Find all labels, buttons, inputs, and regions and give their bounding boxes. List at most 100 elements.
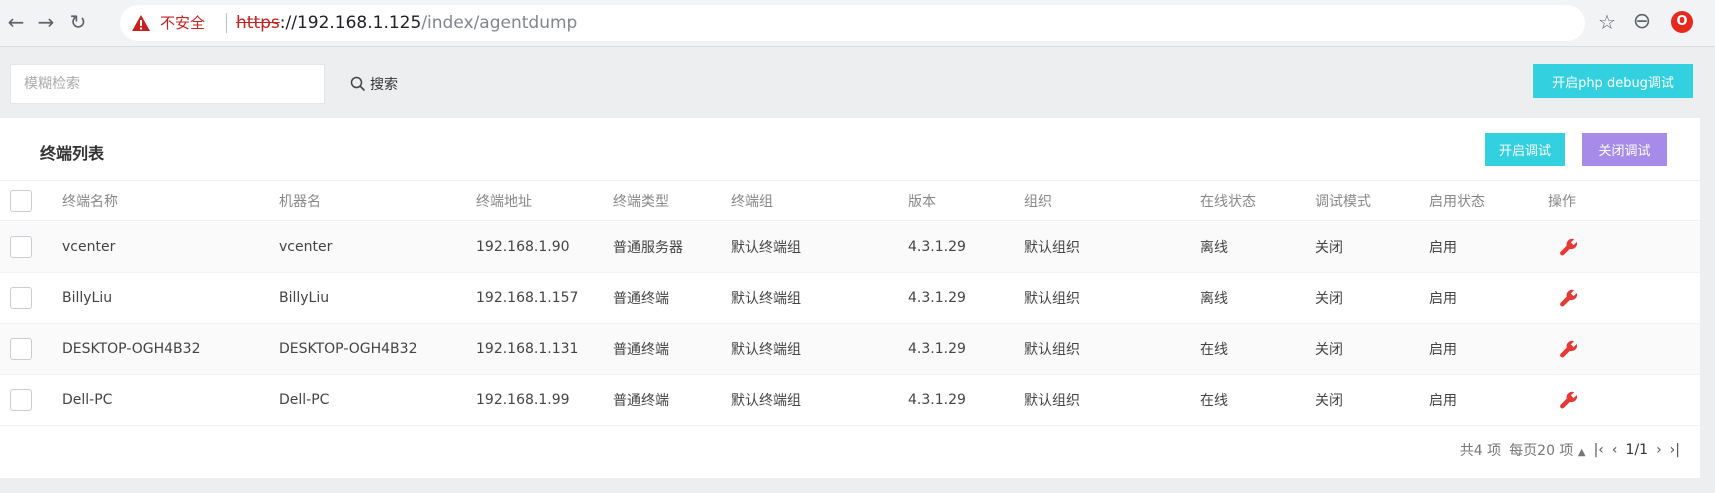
table-row[interactable]: BillyLiu BillyLiu 192.168.1.157 普通终端 默认终端组 4.…: [0, 273, 1700, 324]
cell-debug-mode: 关闭: [1315, 291, 1343, 307]
row-checkbox[interactable]: [10, 338, 32, 360]
cell-terminal-type: 普通服务器: [613, 240, 683, 256]
cell-version: 4.3.1.29: [908, 392, 966, 408]
pagination: 共4 项 每页20 项 ▲ |‹ ‹ 1/1 › ›|: [1460, 440, 1680, 460]
insecure-label: 不安全: [160, 14, 206, 32]
terminal-list-card: 终端列表 开启调试 关闭调试 终端名称 机器名 终端地址 终端类型 终端组 版本…: [0, 118, 1700, 478]
cell-machine-name: Dell-PC: [279, 392, 330, 408]
cell-version: 4.3.1.29: [908, 290, 966, 306]
cell-terminal-type: 普通终端: [613, 291, 669, 307]
url-text: https://192.168.1.125/index/agentdump: [236, 12, 577, 34]
wrench-icon[interactable]: [1558, 287, 1580, 309]
next-page-icon[interactable]: ›: [1656, 442, 1662, 458]
table-row[interactable]: Dell-PC Dell-PC 192.168.1.99 普通终端 默认终端组 4.3.1…: [0, 375, 1700, 426]
wrench-icon[interactable]: [1558, 338, 1580, 360]
address-bar[interactable]: 不安全 https://192.168.1.125/index/agentdum…: [120, 5, 1585, 41]
select-all-checkbox[interactable]: [10, 190, 32, 212]
header-organization: 组织: [1024, 193, 1052, 210]
cell-version: 4.3.1.29: [908, 341, 966, 357]
search-button[interactable]: 搜索: [350, 72, 398, 96]
cell-terminal-group: 默认终端组: [731, 393, 801, 409]
cell-organization: 默认组织: [1024, 291, 1080, 307]
row-checkbox[interactable]: [10, 236, 32, 258]
header-terminal-type: 终端类型: [613, 193, 669, 210]
star-icon[interactable]: ☆: [1593, 8, 1621, 36]
row-checkbox[interactable]: [10, 287, 32, 309]
cell-terminal-group: 默认终端组: [731, 342, 801, 358]
extension-icon[interactable]: O: [1671, 11, 1693, 33]
cell-enable-status: 启用: [1429, 342, 1457, 358]
cell-online-status: 离线: [1200, 240, 1228, 256]
last-page-icon[interactable]: ›|: [1670, 442, 1680, 458]
reload-icon[interactable]: ↻: [64, 8, 92, 36]
header-terminal-group: 终端组: [731, 193, 773, 210]
per-page-label: 每页20 项: [1509, 443, 1574, 459]
back-icon[interactable]: ←: [2, 8, 30, 36]
cell-debug-mode: 关闭: [1315, 393, 1343, 409]
forward-icon[interactable]: →: [32, 8, 60, 36]
search-input[interactable]: [10, 64, 325, 104]
url-host: ://192.168.1.125: [279, 13, 422, 33]
prev-page-icon[interactable]: ‹: [1612, 442, 1618, 458]
url-path: /index/agentdump: [421, 13, 578, 33]
cell-online-status: 在线: [1200, 342, 1228, 358]
table-header: 终端名称 机器名 终端地址 终端类型 终端组 版本 组织 在线状态 调试模式 启…: [0, 180, 1700, 221]
cell-terminal-type: 普通终端: [613, 342, 669, 358]
cell-machine-name: vcenter: [279, 239, 333, 255]
row-actions: [1558, 324, 1580, 374]
cell-machine-name: DESKTOP-OGH4B32: [279, 341, 418, 357]
header-terminal-address: 终端地址: [476, 193, 532, 210]
cell-debug-mode: 关闭: [1315, 342, 1343, 358]
cell-online-status: 在线: [1200, 393, 1228, 409]
account-icon[interactable]: ⊖: [1628, 8, 1656, 36]
cell-version: 4.3.1.29: [908, 239, 966, 255]
search-icon: [350, 76, 366, 92]
enable-debug-button[interactable]: 开启调试: [1485, 133, 1565, 166]
header-online-status: 在线状态: [1200, 193, 1256, 210]
cell-terminal-group: 默认终端组: [731, 240, 801, 256]
cell-terminal-name: BillyLiu: [62, 290, 113, 306]
cell-organization: 默认组织: [1024, 342, 1080, 358]
row-checkbox[interactable]: [10, 389, 32, 411]
browser-toolbar: ← → ↻ 不安全 https://192.168.1.125/index/ag…: [0, 0, 1715, 47]
cell-organization: 默认组织: [1024, 393, 1080, 409]
per-page-select[interactable]: 每页20 项 ▲: [1509, 440, 1585, 460]
disable-debug-button[interactable]: 关闭调试: [1582, 133, 1667, 166]
card-title: 终端列表: [40, 144, 105, 163]
cell-debug-mode: 关闭: [1315, 240, 1343, 256]
cell-terminal-address: 192.168.1.131: [476, 341, 579, 357]
address-divider: [226, 13, 227, 33]
table-row[interactable]: DESKTOP-OGH4B32 DESKTOP-OGH4B32 192.168.1.…: [0, 324, 1700, 375]
table-row[interactable]: vcenter vcenter 192.168.1.90 普通服务器 默认终端组 4.3.…: [0, 222, 1700, 273]
cell-organization: 默认组织: [1024, 240, 1080, 256]
cell-online-status: 离线: [1200, 291, 1228, 307]
cell-terminal-name: vcenter: [62, 239, 116, 255]
php-debug-button[interactable]: 开启php debug调试: [1533, 64, 1693, 98]
wrench-icon[interactable]: [1558, 236, 1580, 258]
header-terminal-name: 终端名称: [62, 193, 118, 210]
first-page-icon[interactable]: |‹: [1594, 442, 1604, 458]
header-actions: 操作: [1548, 193, 1576, 210]
header-enable-status: 启用状态: [1429, 193, 1485, 210]
cell-enable-status: 启用: [1429, 240, 1457, 256]
page-indicator: 1/1: [1625, 442, 1649, 458]
header-machine-name: 机器名: [279, 193, 321, 210]
cell-terminal-name: Dell-PC: [62, 392, 113, 408]
wrench-icon[interactable]: [1558, 389, 1580, 411]
caret-up-icon: ▲: [1577, 447, 1586, 458]
cell-terminal-name: DESKTOP-OGH4B32: [62, 341, 201, 357]
cell-enable-status: 启用: [1429, 291, 1457, 307]
row-actions: [1558, 222, 1580, 272]
cell-terminal-address: 192.168.1.157: [476, 290, 579, 306]
cell-terminal-address: 192.168.1.99: [476, 392, 570, 408]
url-scheme: https: [236, 13, 280, 33]
total-count: 共4 项: [1459, 443, 1502, 459]
row-actions: [1558, 375, 1580, 425]
cell-terminal-address: 192.168.1.90: [476, 239, 570, 255]
cell-enable-status: 启用: [1429, 393, 1457, 409]
header-debug-mode: 调试模式: [1315, 193, 1371, 210]
cell-machine-name: BillyLiu: [279, 290, 330, 306]
cell-terminal-type: 普通终端: [613, 393, 669, 409]
cell-terminal-group: 默认终端组: [731, 291, 801, 307]
row-actions: [1558, 273, 1580, 323]
